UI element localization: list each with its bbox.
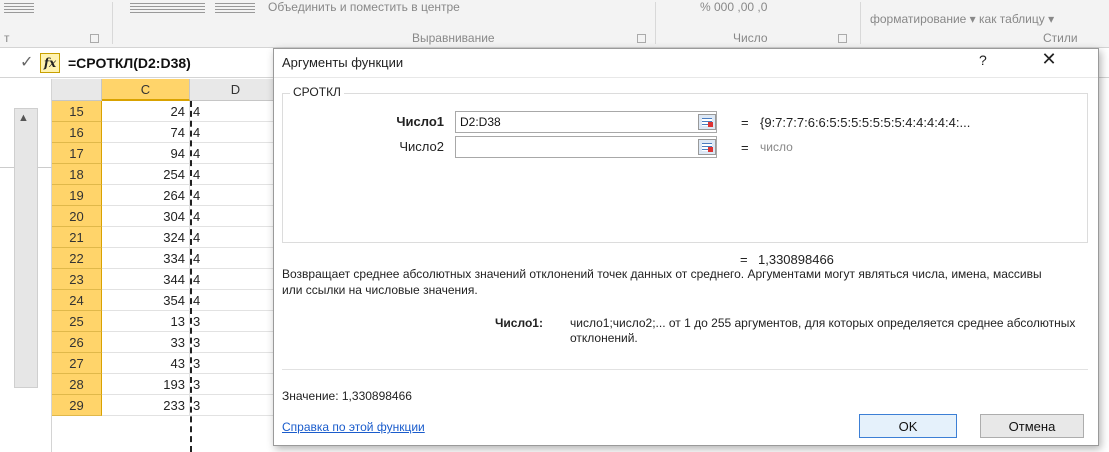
group-label-styles: Стили	[1043, 31, 1078, 45]
arg2-type-hint: число	[760, 140, 793, 154]
dialog-launcher-icon[interactable]	[90, 34, 99, 43]
dialog-launcher-icon[interactable]	[637, 34, 646, 43]
row-header[interactable]: 19	[52, 185, 102, 206]
group-label-alignment: Выравнивание	[412, 31, 495, 45]
cell-c[interactable]: 43	[102, 353, 190, 374]
cell-c[interactable]: 74	[102, 122, 190, 143]
cell-c[interactable]: 33	[102, 332, 190, 353]
cell-d[interactable]: 4	[190, 248, 282, 269]
ribbon-icon-strip[interactable]	[4, 3, 34, 13]
copy-marquee	[190, 101, 195, 452]
row-header[interactable]: 23	[52, 269, 102, 290]
styles-buttons[interactable]: форматирование ▾ как таблицу ▾	[870, 12, 1054, 26]
cell-c[interactable]: 304	[102, 206, 190, 227]
collapse-dialog-icon[interactable]	[698, 114, 716, 130]
row-header[interactable]: 17	[52, 143, 102, 164]
arg2-label: Число2	[399, 139, 444, 154]
function-name: СРОТКЛ	[290, 85, 344, 99]
formula-input[interactable]: =СРОТКЛ(D2:D38)	[68, 55, 191, 71]
cell-d[interactable]: 4	[190, 290, 282, 311]
row-header[interactable]: 18	[52, 164, 102, 185]
ribbon-separator	[655, 2, 656, 44]
cell-c[interactable]: 334	[102, 248, 190, 269]
collapse-dialog-icon[interactable]	[698, 139, 716, 155]
row-header[interactable]: 25	[52, 311, 102, 332]
function-arguments-dialog: Аргументы функции ? ✕ СРОТКЛ Число1 = {9…	[273, 48, 1099, 446]
cell-d[interactable]: 3	[190, 332, 282, 353]
cell-d[interactable]: 4	[190, 101, 282, 122]
sheet-grid: C D 15 24 4 16 74 4 17 94 4 18 254 4 19 264 4 20 304 4 21 3…	[52, 79, 282, 452]
cell-c[interactable]: 354	[102, 290, 190, 311]
row-header[interactable]: 16	[52, 122, 102, 143]
number-format-buttons[interactable]: % 000 ,00 ,0	[700, 0, 767, 14]
scroll-up-icon[interactable]: ▲	[18, 112, 29, 124]
cell-c[interactable]: 324	[102, 227, 190, 248]
help-link[interactable]: Справка по этой функции	[282, 420, 425, 434]
ribbon-separator	[112, 2, 113, 44]
row-header[interactable]: 20	[52, 206, 102, 227]
cell-c[interactable]: 233	[102, 395, 190, 416]
column-header-c[interactable]: C	[102, 79, 190, 101]
row-header[interactable]: 24	[52, 290, 102, 311]
insert-function-icon[interactable]: fx	[40, 53, 60, 73]
cell-d[interactable]: 3	[190, 374, 282, 395]
value-line: Значение: 1,330898466	[282, 389, 412, 403]
arg1-label: Число1	[396, 114, 444, 129]
ribbon: Объединить и поместить в центре % 000 ,0…	[0, 0, 1109, 48]
cell-c[interactable]: 254	[102, 164, 190, 185]
cell-d[interactable]: 4	[190, 143, 282, 164]
cancel-button[interactable]: Отмена	[980, 414, 1084, 438]
result-equals: =	[740, 252, 748, 267]
arg1-input[interactable]	[455, 111, 717, 133]
arg-help-text: число1;число2;... от 1 до 255 аргументов…	[570, 316, 1076, 345]
cell-c[interactable]: 344	[102, 269, 190, 290]
select-all-corner[interactable]	[52, 79, 102, 101]
vertical-scrollbar[interactable]	[14, 108, 38, 388]
row-header[interactable]: 27	[52, 353, 102, 374]
cell-d[interactable]: 3	[190, 395, 282, 416]
cell-c[interactable]: 193	[102, 374, 190, 395]
cell-d[interactable]: 4	[190, 185, 282, 206]
merge-center-button[interactable]: Объединить и поместить в центре	[268, 0, 460, 14]
ok-button[interactable]: OK	[859, 414, 957, 438]
cell-d[interactable]: 4	[190, 227, 282, 248]
cell-d[interactable]: 4	[190, 206, 282, 227]
row-header[interactable]: 28	[52, 374, 102, 395]
formula-result: 1,330898466	[758, 252, 834, 267]
dialog-launcher-icon[interactable]	[838, 34, 847, 43]
column-header-d[interactable]: D	[190, 79, 282, 101]
arg1-evaluated-value: {9:7:7:7:6:6:5:5:5:5:5:5:5:4:4:4:4:4:...	[760, 115, 971, 130]
arg-help-label: Число1:	[495, 316, 543, 330]
indent-icons[interactable]	[215, 3, 255, 13]
cell-d[interactable]: 4	[190, 122, 282, 143]
function-description: Возвращает среднее абсолютных значений о…	[282, 267, 1042, 297]
row-header[interactable]: 21	[52, 227, 102, 248]
row-header[interactable]: 29	[52, 395, 102, 416]
cell-d[interactable]: 4	[190, 164, 282, 185]
cell-d[interactable]: 3	[190, 311, 282, 332]
dialog-title: Аргументы функции	[282, 55, 404, 70]
enter-check-icon[interactable]: ✓	[20, 52, 33, 72]
cell-c[interactable]: 13	[102, 311, 190, 332]
row-header[interactable]: 26	[52, 332, 102, 353]
ribbon-group-cut-label: т	[4, 31, 10, 45]
arg1-equals: =	[741, 115, 749, 130]
align-icons[interactable]	[130, 3, 205, 13]
cell-d[interactable]: 4	[190, 269, 282, 290]
group-label-number: Число	[733, 31, 768, 45]
cell-c[interactable]: 264	[102, 185, 190, 206]
close-icon[interactable]: ✕	[1034, 49, 1064, 70]
help-icon[interactable]: ?	[979, 52, 987, 68]
arg2-input[interactable]	[455, 136, 717, 158]
dialog-divider	[282, 369, 1088, 370]
arg2-equals: =	[741, 140, 749, 155]
row-header[interactable]: 22	[52, 248, 102, 269]
ribbon-separator	[860, 2, 861, 44]
cell-c[interactable]: 94	[102, 143, 190, 164]
cell-d[interactable]: 3	[190, 353, 282, 374]
cell-c[interactable]: 24	[102, 101, 190, 122]
title-divider	[274, 77, 1098, 78]
row-header[interactable]: 15	[52, 101, 102, 122]
